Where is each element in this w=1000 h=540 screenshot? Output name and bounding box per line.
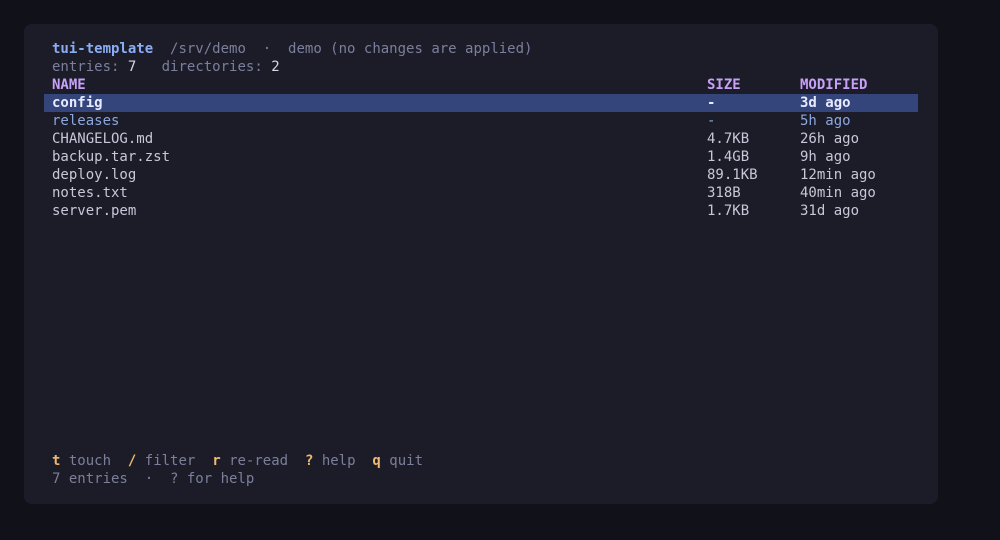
column-header-modified[interactable]: MODIFIED xyxy=(800,76,867,94)
file-size: 318B xyxy=(707,185,741,201)
title-bar: tui-template /srv/demo · demo (no change… xyxy=(52,40,532,58)
file-name: CHANGELOG.md xyxy=(52,131,154,147)
file-name: config xyxy=(52,95,103,111)
file-size: 1.7KB xyxy=(707,203,750,219)
file-size: 4.7KB xyxy=(707,131,750,147)
key-reread[interactable]: r xyxy=(212,453,220,469)
table-row[interactable]: CHANGELOG.md 4.7KB 26h ago xyxy=(44,130,918,148)
column-header-size[interactable]: SIZE xyxy=(707,76,741,94)
table-row[interactable]: config - 3d ago xyxy=(44,94,918,112)
file-size: 89.1KB xyxy=(707,167,758,183)
file-name: backup.tar.zst xyxy=(52,149,171,165)
key-touch-label: touch xyxy=(68,453,112,469)
key-filter[interactable]: / xyxy=(128,453,136,469)
table-row[interactable]: notes.txt 318B 40min ago xyxy=(44,184,918,202)
file-modified: 5h ago xyxy=(800,113,851,129)
file-size: 1.4GB xyxy=(707,149,750,165)
terminal-window: tui-template /srv/demo · demo (no change… xyxy=(24,24,938,504)
file-size: - xyxy=(707,113,716,129)
mode-indicator: demo (no changes are applied) xyxy=(288,41,533,57)
file-modified: 3d ago xyxy=(800,95,851,111)
file-name: notes.txt xyxy=(52,185,128,201)
key-reread-label: re-read xyxy=(229,453,289,469)
entries-label: entries: xyxy=(52,59,120,75)
file-modified: 40min ago xyxy=(800,185,876,201)
directories-count: 2 xyxy=(271,59,280,75)
key-quit-label: quit xyxy=(389,453,423,469)
file-name: deploy.log xyxy=(52,167,137,183)
key-help[interactable]: ? xyxy=(305,453,313,469)
table-header: NAME SIZE MODIFIED xyxy=(44,76,918,94)
key-touch[interactable]: t xyxy=(52,453,60,469)
key-quit[interactable]: q xyxy=(372,453,380,469)
file-modified: 31d ago xyxy=(800,203,860,219)
title-separator: · xyxy=(262,41,272,57)
directories-label: directories: xyxy=(161,59,263,75)
file-name: server.pem xyxy=(52,203,137,219)
table-row[interactable]: backup.tar.zst 1.4GB 9h ago xyxy=(44,148,918,166)
column-header-name[interactable]: NAME xyxy=(52,76,86,94)
file-name: releases xyxy=(52,113,120,129)
stats-line: entries: 7 directories: 2 xyxy=(52,58,280,76)
entries-count: 7 xyxy=(127,59,137,75)
file-modified: 26h ago xyxy=(800,131,860,147)
file-modified: 12min ago xyxy=(800,167,876,183)
table-row[interactable]: deploy.log 89.1KB 12min ago xyxy=(44,166,918,184)
table-row[interactable]: releases - 5h ago xyxy=(44,112,918,130)
table-row[interactable]: server.pem 1.7KB 31d ago xyxy=(44,202,918,220)
current-path: /srv/demo xyxy=(170,41,246,57)
file-size: - xyxy=(707,95,716,111)
status-line: 7 entries · ? for help xyxy=(52,471,255,487)
app-name: tui-template xyxy=(52,41,154,57)
key-filter-label: filter xyxy=(144,453,196,469)
file-modified: 9h ago xyxy=(800,149,851,165)
key-help-label: help xyxy=(321,453,356,469)
keybinding-bar: t touch / filter r re-read ? help q quit xyxy=(52,452,423,470)
